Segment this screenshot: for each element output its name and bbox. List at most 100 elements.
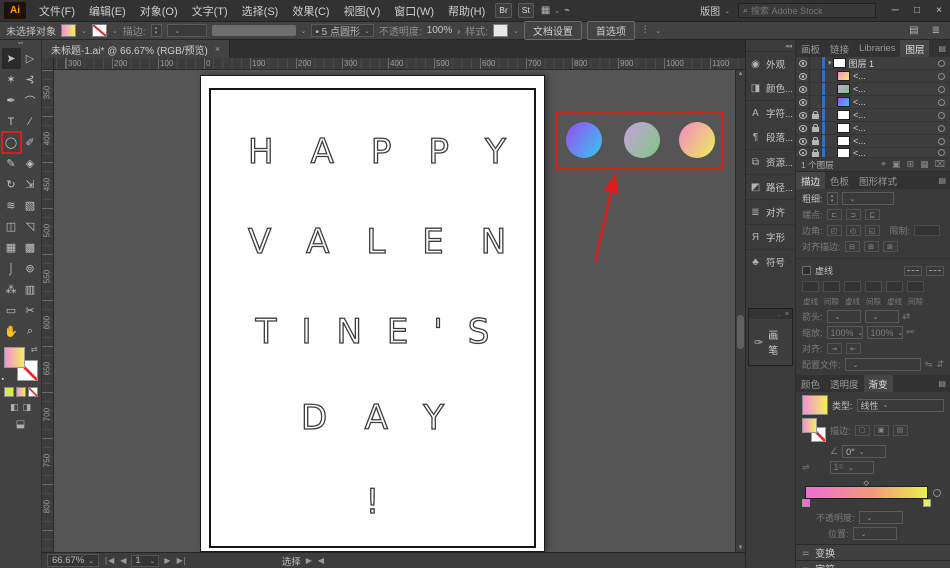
- width-tool[interactable]: ≋: [2, 195, 21, 216]
- layer-thumbnail[interactable]: [837, 110, 850, 120]
- direct-selection-tool[interactable]: ▷: [21, 48, 40, 69]
- asset-export-panel-button[interactable]: ⧉ 资源...: [746, 149, 795, 174]
- stroke-across-button[interactable]: ▤: [892, 424, 908, 436]
- layer-name[interactable]: <...: [853, 136, 938, 146]
- gradient-tool[interactable]: ▩: [21, 237, 40, 258]
- tab-color[interactable]: 颜色: [796, 375, 825, 392]
- tab-artboards[interactable]: 画板: [796, 40, 825, 57]
- target-icon[interactable]: [938, 137, 945, 145]
- target-icon[interactable]: [938, 72, 945, 80]
- fill-swatch[interactable]: [61, 24, 76, 37]
- make-clipping-mask-icon[interactable]: ▣: [892, 159, 901, 170]
- glyphs-panel-button[interactable]: Я 字形: [746, 224, 795, 249]
- chevron-down-icon[interactable]: ⌄: [112, 27, 118, 35]
- panel-view-icon[interactable]: ▤: [905, 25, 922, 36]
- none-button[interactable]: [27, 387, 38, 397]
- color-picker-icon[interactable]: [933, 489, 941, 497]
- layer-thumbnail[interactable]: [837, 123, 850, 133]
- layer-name[interactable]: <...: [853, 148, 938, 157]
- layer-thumbnail[interactable]: [837, 97, 850, 107]
- stroke-along-button[interactable]: ▣: [873, 424, 889, 436]
- layer-row[interactable]: <...: [796, 96, 950, 109]
- scroll-up-icon[interactable]: ▲: [736, 71, 745, 77]
- color-panel-button[interactable]: ◨ 颜色...: [746, 76, 795, 100]
- lock-cell[interactable]: [810, 122, 822, 134]
- stroke-weight-stepper[interactable]: ▴ ▾: [150, 24, 162, 37]
- brushes-panel-button[interactable]: ✑ 画笔: [749, 319, 792, 365]
- target-icon[interactable]: [938, 111, 945, 119]
- pathfinder-panel-button[interactable]: ◩ 路径...: [746, 174, 795, 199]
- stroke-swatch[interactable]: [91, 24, 107, 37]
- align-outside-button[interactable]: ⊠: [882, 241, 898, 252]
- visibility-cell[interactable]: [796, 57, 810, 69]
- card-text-row[interactable]: DAY: [211, 397, 534, 438]
- gradient-circle-blue-purple[interactable]: [566, 122, 602, 158]
- stroke-within-button[interactable]: ▢: [854, 424, 870, 436]
- share-icon[interactable]: ⌁: [560, 5, 574, 16]
- panel-grip[interactable]: ▪▪: [18, 40, 23, 48]
- perspective-grid-tool[interactable]: ◹: [21, 216, 40, 237]
- preserve-dash-button[interactable]: [904, 265, 922, 276]
- layer-name[interactable]: 图层 1: [849, 57, 938, 69]
- symbols-panel-button[interactable]: ♣ 符号: [746, 249, 795, 274]
- default-colors-icon[interactable]: ▪: [2, 376, 4, 383]
- stock-search-box[interactable]: ⌕: [738, 3, 876, 18]
- expand-caret-icon[interactable]: ▾: [828, 59, 832, 67]
- layer-row[interactable]: <...: [796, 109, 950, 122]
- layer-row[interactable]: ▾ 图层 1: [796, 57, 950, 70]
- menu-item[interactable]: 文件(F): [32, 3, 82, 19]
- card-text-row[interactable]: VALEN: [211, 221, 534, 262]
- zoom-tool[interactable]: ⌕: [21, 321, 40, 342]
- tab-gradient[interactable]: 渐变: [863, 375, 893, 392]
- reverse-gradient-icon[interactable]: ⇌: [802, 462, 810, 473]
- gap-input[interactable]: [907, 281, 924, 292]
- tab-libraries[interactable]: Libraries: [854, 40, 900, 57]
- flip-across-icon[interactable]: ⇵: [936, 359, 944, 370]
- align-inside-button[interactable]: ⊞: [863, 241, 879, 252]
- document-tab[interactable]: 未标题-1.ai* @ 66.67% (RGB/预览) ×: [42, 40, 231, 58]
- tab-swatches[interactable]: 色板: [825, 172, 854, 189]
- menu-item[interactable]: 帮助(H): [441, 3, 492, 19]
- weight-stepper[interactable]: ▴ ▾: [826, 192, 838, 205]
- type-tool[interactable]: T: [2, 111, 21, 132]
- horizontal-ruler[interactable]: 300 200 100 0 100 200 300 400 500 600 700 800 900 100…: [54, 58, 745, 69]
- layer-name[interactable]: <...: [853, 123, 938, 133]
- chevron-down-icon[interactable]: ⌄: [301, 27, 307, 35]
- weight-dropdown[interactable]: [841, 192, 894, 205]
- fill-color-box[interactable]: [3, 347, 25, 368]
- color-button[interactable]: [3, 387, 14, 397]
- menu-item[interactable]: 文字(T): [185, 3, 235, 19]
- line-segment-tool[interactable]: ∕: [21, 111, 40, 132]
- status-expand-icon[interactable]: ▶: [305, 556, 313, 565]
- tab-stroke[interactable]: 描边: [796, 172, 826, 189]
- menu-item[interactable]: 对象(O): [133, 3, 185, 19]
- ruler-origin-corner[interactable]: [42, 58, 54, 69]
- card-text-row[interactable]: !: [211, 481, 534, 522]
- first-artboard-icon[interactable]: ∣◀: [103, 556, 115, 565]
- magic-wand-tool[interactable]: ✶: [2, 69, 21, 90]
- character-panel-button[interactable]: A 字符...: [746, 100, 795, 125]
- tab-graphic-styles[interactable]: 图形样式: [854, 172, 902, 189]
- layer-name[interactable]: <...: [853, 97, 938, 107]
- close-icon[interactable]: ×: [785, 311, 789, 318]
- paragraph-panel-button[interactable]: ¶ 段落...: [746, 125, 795, 149]
- drag-dots-icon[interactable]: ..: [777, 311, 781, 318]
- gradient-button[interactable]: [15, 387, 26, 397]
- draw-normal-icon[interactable]: ◧: [10, 402, 19, 413]
- curvature-tool[interactable]: ⌒: [21, 90, 40, 111]
- dashed-line-checkbox[interactable]: [802, 266, 811, 275]
- scale-tool[interactable]: ⇲: [21, 174, 40, 195]
- target-icon[interactable]: [938, 149, 945, 156]
- lock-cell[interactable]: [810, 96, 822, 108]
- layer-row[interactable]: <...: [796, 70, 950, 83]
- brush-definition-dropdown[interactable]: • 5 点圆形: [311, 24, 374, 38]
- gradient-circle-pink-yellow[interactable]: [679, 122, 715, 158]
- collapse-panels-icon[interactable]: ◂◂: [746, 41, 795, 51]
- stroke-weight-dropdown[interactable]: [166, 24, 207, 37]
- character-panel-header[interactable]: ⚌ 字符: [796, 560, 950, 568]
- layer-thumbnail[interactable]: [837, 148, 850, 157]
- layer-row[interactable]: <...: [796, 83, 950, 96]
- gap-input[interactable]: [823, 281, 840, 292]
- gradient-stop-left[interactable]: [802, 499, 810, 507]
- shape-builder-tool[interactable]: ◫: [2, 216, 21, 237]
